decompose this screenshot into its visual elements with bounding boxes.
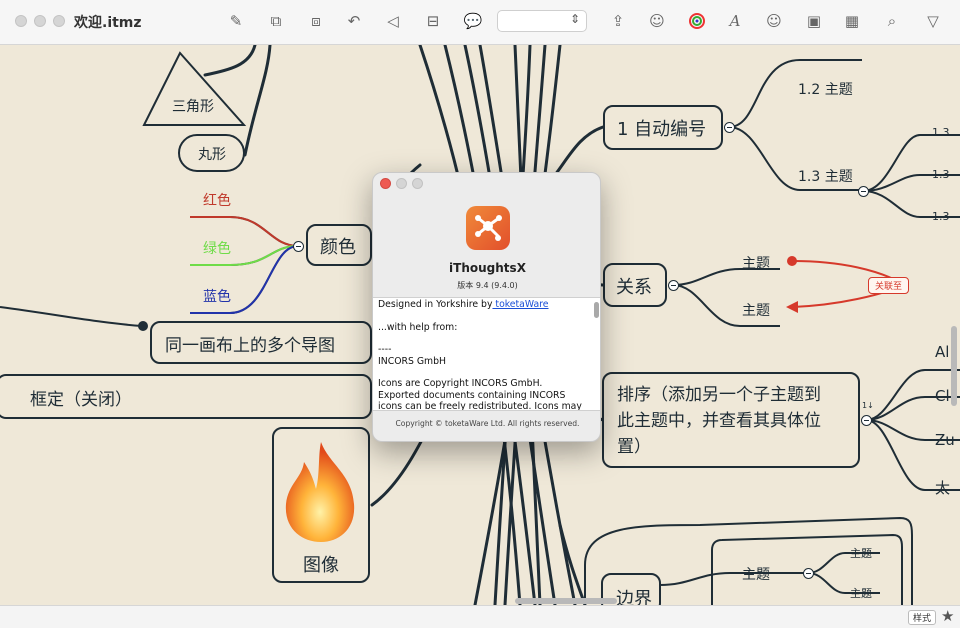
topic-1-3-child[interactable]: 1.3 <box>932 168 950 181</box>
search-icon[interactable]: ⌕ <box>881 10 903 32</box>
relation-topic-a[interactable]: 主题 <box>742 253 770 273</box>
sort-child[interactable]: Cl <box>935 387 950 405</box>
credits-scrollbar[interactable] <box>594 302 599 318</box>
copyright-text: Copyright © toketaWare Ltd. All rights r… <box>395 419 580 428</box>
sort-node[interactable]: 排序（添加另一个子主题到 此主题中，并查看其具体位 置） <box>602 372 860 468</box>
collapse-toggle-auto-number[interactable] <box>724 122 735 133</box>
border-topic[interactable]: 主题 <box>742 564 770 584</box>
triangle-node-label[interactable]: 三角形 <box>172 96 214 116</box>
add-child-icon[interactable]: ⧉ <box>265 10 287 32</box>
sticker-icon[interactable]: ☺ <box>646 10 668 32</box>
green-topic[interactable]: 绿色 <box>203 238 231 258</box>
sort-node-line: 置） <box>617 437 651 457</box>
dashes-line: ---- <box>378 344 392 355</box>
red-topic[interactable]: 红色 <box>203 190 231 210</box>
horizontal-scrollbar[interactable] <box>515 598 617 604</box>
close-dialog-button[interactable] <box>380 178 391 189</box>
filter-icon[interactable]: ▽ <box>922 10 944 32</box>
credits-line: Designed in Yorkshire by toketaWare <box>373 299 600 311</box>
collapse-toggle-sort[interactable] <box>861 415 872 426</box>
icons-note: Icons are Copyright INCORS GmbH. Exporte… <box>378 378 582 411</box>
sort-child[interactable]: Al <box>935 343 949 361</box>
collapse-toggle-relation[interactable] <box>668 280 679 291</box>
app-version: 版本 9.4 (9.4.0) <box>457 281 518 290</box>
topic-1-2[interactable]: 1.2 主题 <box>798 79 853 99</box>
font-icon[interactable]: A <box>724 10 746 32</box>
auto-number-node[interactable]: 1 自动编号 <box>603 105 723 150</box>
sort-node-line: 排序（添加另一个子主题到 <box>617 385 821 405</box>
image-node-label: 图像 <box>303 555 339 576</box>
app-name: iThoughtsX <box>449 261 526 275</box>
credits-text-view[interactable]: Designed in Yorkshire by toketaWare ...w… <box>373 297 600 411</box>
topic-1-3-child[interactable]: 1.3 <box>932 126 950 139</box>
style-select[interactable]: ⇕ <box>497 10 587 32</box>
callout-icon[interactable]: 💬 <box>462 10 484 32</box>
image-icon[interactable]: ▣ <box>803 10 825 32</box>
mindmap-logo-icon <box>475 215 502 241</box>
redo-icon[interactable]: ◁ <box>382 10 404 32</box>
app-icon <box>466 206 510 250</box>
toketaware-link[interactable]: toketaWare <box>492 299 548 310</box>
share-icon[interactable]: ⇪ <box>607 10 629 32</box>
sort-child[interactable]: Zu <box>935 431 955 449</box>
chevron-updown-icon: ⇕ <box>569 12 580 26</box>
relation-label[interactable]: 关联至 <box>868 277 910 294</box>
color-node[interactable]: 颜色 <box>306 224 372 266</box>
add-sibling-icon[interactable]: ⧈ <box>305 10 327 32</box>
incors-line: INCORS GmbH <box>378 355 446 367</box>
minimize-dialog-button <box>396 178 407 189</box>
about-dialog: iThoughtsX 版本 9.4 (9.4.0) Designed in Yo… <box>372 172 601 442</box>
sort-node-line: 此主题中，并查看其具体位 <box>617 411 821 431</box>
image-node[interactable]: 图像 <box>272 427 370 583</box>
vertical-scrollbar[interactable] <box>951 326 957 406</box>
pill-node[interactable]: 丸形 <box>178 134 245 172</box>
calendar-icon[interactable]: ▦ <box>841 10 863 32</box>
collapse-toggle-border-topic[interactable] <box>803 568 814 579</box>
boundary-closed-node[interactable]: 框定（关闭） <box>0 374 372 419</box>
topic-1-3[interactable]: 1.3 主题 <box>798 166 853 186</box>
zoom-window-button[interactable] <box>53 15 65 27</box>
collapse-toggle-1-3[interactable] <box>858 186 869 197</box>
emoji-icon[interactable]: ☺ <box>763 10 785 32</box>
relation-node[interactable]: 关系 <box>603 263 667 307</box>
blue-topic[interactable]: 蓝色 <box>203 286 231 306</box>
border-sub-topic[interactable]: 主题 <box>850 585 872 601</box>
zoom-dialog-button <box>412 178 423 189</box>
color-wheel-icon[interactable] <box>686 10 708 32</box>
topic-1-3-child[interactable]: 1.3 <box>932 210 950 223</box>
style-button[interactable]: 样式 <box>908 610 937 625</box>
relation-topic-b[interactable]: 主题 <box>742 300 770 320</box>
undo-icon[interactable]: ↶ <box>343 10 365 32</box>
edit-icon[interactable]: ✎ <box>225 10 247 32</box>
minimize-window-button[interactable] <box>34 15 46 27</box>
sort-badge: 1↓ <box>862 401 874 410</box>
sort-child[interactable]: 太 <box>935 477 950 498</box>
collapse-toggle-color[interactable] <box>293 241 304 252</box>
border-sub-topic[interactable]: 主题 <box>850 545 872 561</box>
title-bar: 欢迎.itmz ✎ ⧉ ⧈ ↶ ◁ ⊟ 💬 ⇕ ⇪ ☺ A ☺ ▣ ▦ ⌕ ▽ <box>0 0 960 45</box>
credits-prefix: Designed in Yorkshire by <box>378 299 493 310</box>
document-title: 欢迎.itmz <box>74 15 142 31</box>
status-bar: 样式 ★ <box>0 605 960 628</box>
fire-image <box>285 442 355 542</box>
star-icon[interactable]: ★ <box>941 607 954 625</box>
topic-layout-icon[interactable]: ⊟ <box>422 10 444 32</box>
close-window-button[interactable] <box>15 15 27 27</box>
help-line: ...with help from: <box>378 321 458 333</box>
multi-maps-node[interactable]: 同一画布上的多个导图 <box>150 321 372 364</box>
